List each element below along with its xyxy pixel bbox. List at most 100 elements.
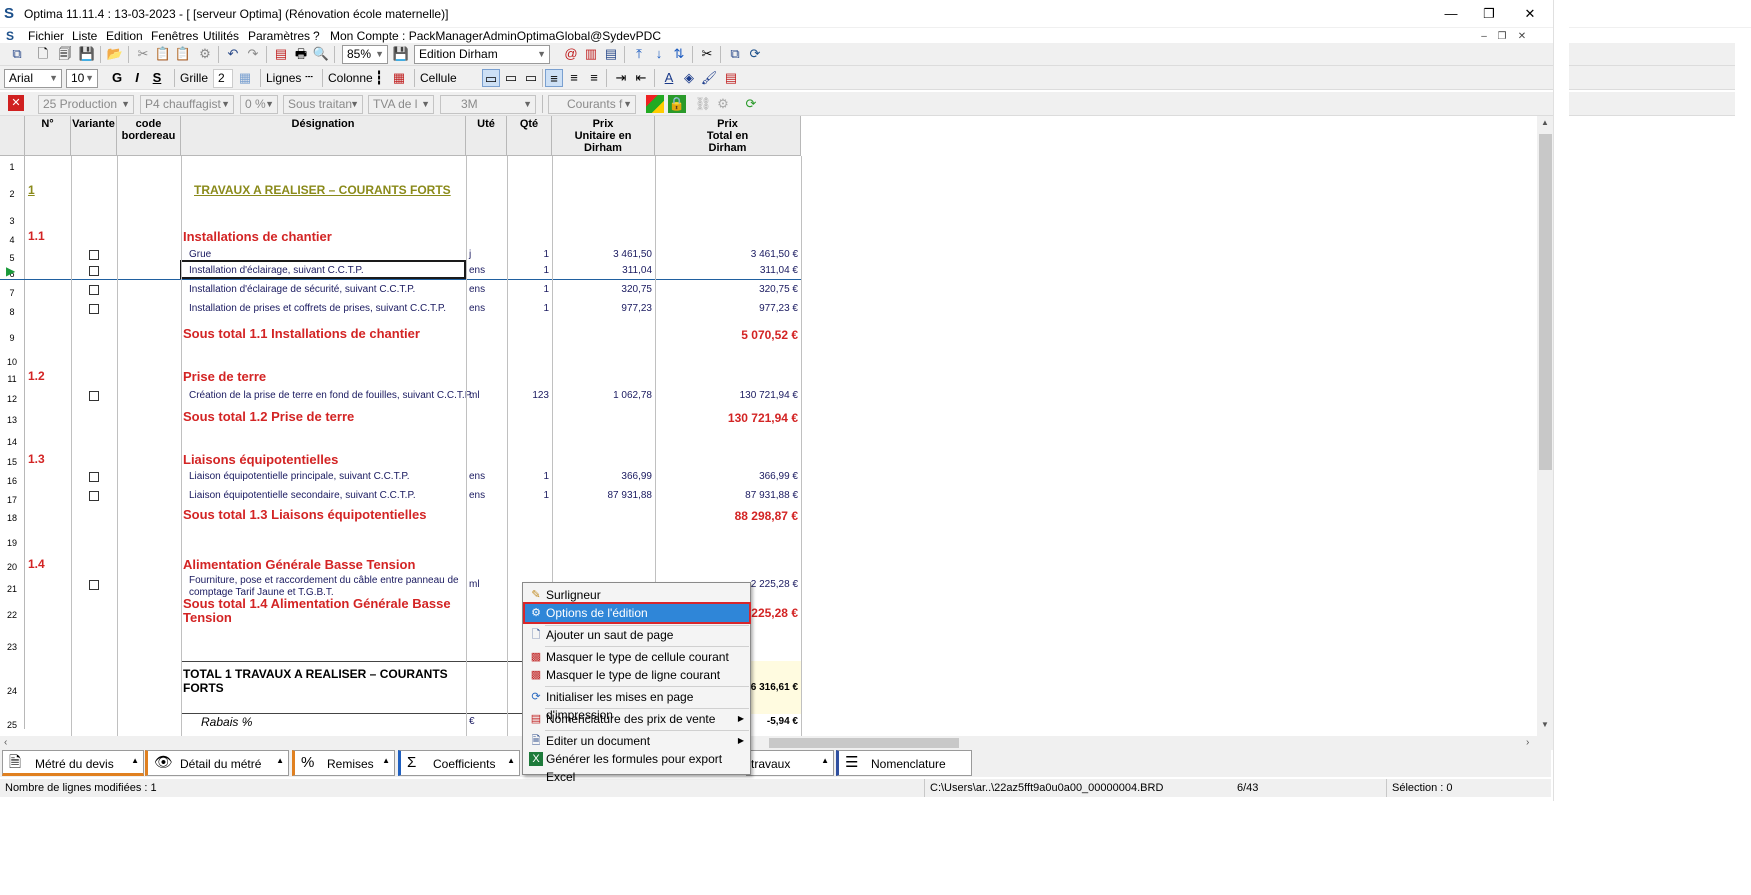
edition-select[interactable]: Edition Dirham ▼ [414,45,550,64]
designation-cell[interactable]: Installation d'éclairage de sécurité, su… [189,284,415,295]
qty-cell[interactable]: 1 [508,249,549,260]
window-icon[interactable]: ⧉ [726,45,744,63]
redo-icon[interactable]: ↷ [244,45,262,63]
italic-button[interactable]: I [128,69,146,87]
unit-cell[interactable]: ens [469,265,485,276]
undo-icon[interactable]: ↶ [224,45,242,63]
qty-cell[interactable]: 1 [508,284,549,295]
outdent-icon[interactable]: ⇤ [632,69,650,87]
unit-cell[interactable]: ens [469,490,485,501]
row-number[interactable]: 18 [0,505,25,524]
variante-checkbox[interactable] [89,250,99,260]
table-row[interactable]: 14 [0,426,801,450]
row-number[interactable]: 15 [0,450,25,467]
mdi-close-icon[interactable]: ✕ [1514,30,1530,44]
menu-fichier[interactable]: Fichier [28,29,64,43]
copy-doc-icon[interactable]: 🗐 [56,45,74,63]
format-painter-icon[interactable]: 🖌 [700,69,718,87]
col-header-qte[interactable]: Qté [507,116,552,156]
move-top-icon[interactable]: ⤒ [630,45,648,63]
row-number[interactable]: 7 [0,280,25,299]
table-row[interactable]: 15 1.3 Liaisons équipotentielles [0,450,801,467]
unit-price-cell[interactable]: 87 931,88 [553,490,653,501]
total-price-cell[interactable]: 5 070,52 € [656,328,798,342]
print-icon[interactable]: 🖶 [292,45,310,63]
scroll-left-icon[interactable]: ‹ [4,737,7,748]
table-row[interactable]: 9 Sous total 1.1 Installations de chantie… [0,318,801,350]
paste-special-icon[interactable]: 📋 [174,45,192,63]
designation-cell[interactable]: Installation de prises et coffrets de pr… [189,303,446,314]
row-number[interactable]: 25 [0,714,25,730]
row-number[interactable]: 3 [0,210,25,226]
row-number[interactable]: 5 [0,248,25,263]
bold-button[interactable]: G [108,69,126,87]
align-center-icon[interactable]: ≡ [565,69,583,87]
move-down-icon[interactable]: ↓ [650,45,668,63]
table-row[interactable]: 2 1 TRAVAUX A REALISER – COURANTS FORTS [0,170,801,210]
table-row[interactable]: 11 1.2 Prise de terre [0,367,801,384]
unit-cell[interactable]: ens [469,303,485,314]
total-price-cell[interactable]: 130 721,94 € [656,390,798,401]
new-doc-icon[interactable]: 🗋 [34,45,52,63]
col-header-variante[interactable]: Variante [71,116,117,156]
paste-icon[interactable]: 📋 [154,45,172,63]
unit-price-cell[interactable]: 311,04 [553,265,652,276]
restore-button[interactable]: ❐ [1467,2,1511,26]
table-row[interactable]: 4 1.1 Installations de chantier [0,224,801,248]
menu-help[interactable]: ? [313,29,320,43]
table-row[interactable]: 6 Installation d'éclairage, suivant C.C.T… [0,260,801,280]
font-color-icon[interactable]: A [660,69,678,87]
qty-cell[interactable]: 1 [508,490,549,501]
close-window-button[interactable]: ✕ [1508,2,1552,26]
col-header-pt[interactable]: Prix Total en Dirham [655,116,801,156]
row-number[interactable]: 17 [0,487,25,505]
mdi-restore-icon[interactable]: ❐ [1494,30,1510,44]
sous-traitant-select[interactable]: Sous traitan ▼ [283,95,363,114]
close-icon[interactable]: ✕ [8,95,24,111]
font-select[interactable]: Arial ▼ [4,69,62,88]
fill-color-icon[interactable]: ◈ [680,69,698,87]
scroll-up-icon[interactable]: ▲ [1541,118,1549,127]
row-number[interactable]: 22 [0,597,25,626]
tab-travaux[interactable]: travaux ▲ [746,750,834,776]
menu-item-nomenclature[interactable]: ▤ Nomenclature des prix de vente ▶ [525,710,749,728]
settings-gray-icon[interactable]: ⚙ [714,95,732,113]
align-left-icon[interactable]: ≡ [545,69,563,87]
unit-cell[interactable]: j [469,249,471,260]
tva-select[interactable]: TVA de l ▼ [368,95,434,114]
tab-metre-du-devis[interactable]: 🗎 Métré du devis ▲ [2,750,144,776]
row-number[interactable]: 10 [0,350,25,367]
total-price-cell[interactable]: 3 461,50 € [656,249,798,260]
table-row[interactable]: 20 1.4 Alimentation Générale Basse Tension [0,554,801,573]
qty-cell[interactable]: 1 [508,303,549,314]
underline-button[interactable]: S [148,69,166,87]
unit-cell[interactable]: € [469,716,475,727]
percent-select[interactable]: 0 % ▼ [240,95,278,114]
windows-icon[interactable]: ⧉ [8,45,26,63]
code-select[interactable]: 3M ▼ [440,95,536,114]
production-select[interactable]: 25 Production ▼ [38,95,134,114]
unit-price-cell[interactable]: 1 062,78 [553,390,652,401]
menu-utilites[interactable]: Utilités [203,29,239,43]
designation-cell[interactable]: Liaison équipotentielle secondaire, suiv… [189,490,416,501]
menu-edition[interactable]: Edition [106,29,143,43]
row-number[interactable]: 21 [0,573,25,597]
unit-price-cell[interactable]: 3 461,50 [553,249,652,260]
menu-item-saut-de-page[interactable]: 🗋 Ajouter un saut de page [525,626,749,644]
menu-parametres[interactable]: Paramètres [248,29,310,43]
print-preview-icon[interactable]: 🔍 [312,45,330,63]
unit-cell[interactable]: ens [469,471,485,482]
variante-checkbox[interactable] [89,391,99,401]
table-row[interactable]: 12 Création de la prise de terre en fond … [0,384,801,407]
table-row[interactable]: 17 Liaison équipotentielle secondaire, su… [0,487,801,505]
designation-cell[interactable]: Grue [189,249,211,260]
table-row[interactable]: 18 Sous total 1.3 Liaisons équipotentiell… [0,505,801,524]
vertical-scrollbar[interactable]: ▲ ▼ [1537,116,1554,750]
col-header-designation[interactable]: Désignation [181,116,466,156]
menu-item-surligneur[interactable]: ✎ Surligneur [525,586,749,604]
horizontal-scroll-thumb[interactable] [769,738,959,748]
unit-cell[interactable]: ml [469,579,480,590]
total-price-cell[interactable]: 311,04 € [656,265,798,276]
table-row[interactable]: 19 [0,524,801,554]
qty-cell[interactable]: 123 [508,390,549,401]
